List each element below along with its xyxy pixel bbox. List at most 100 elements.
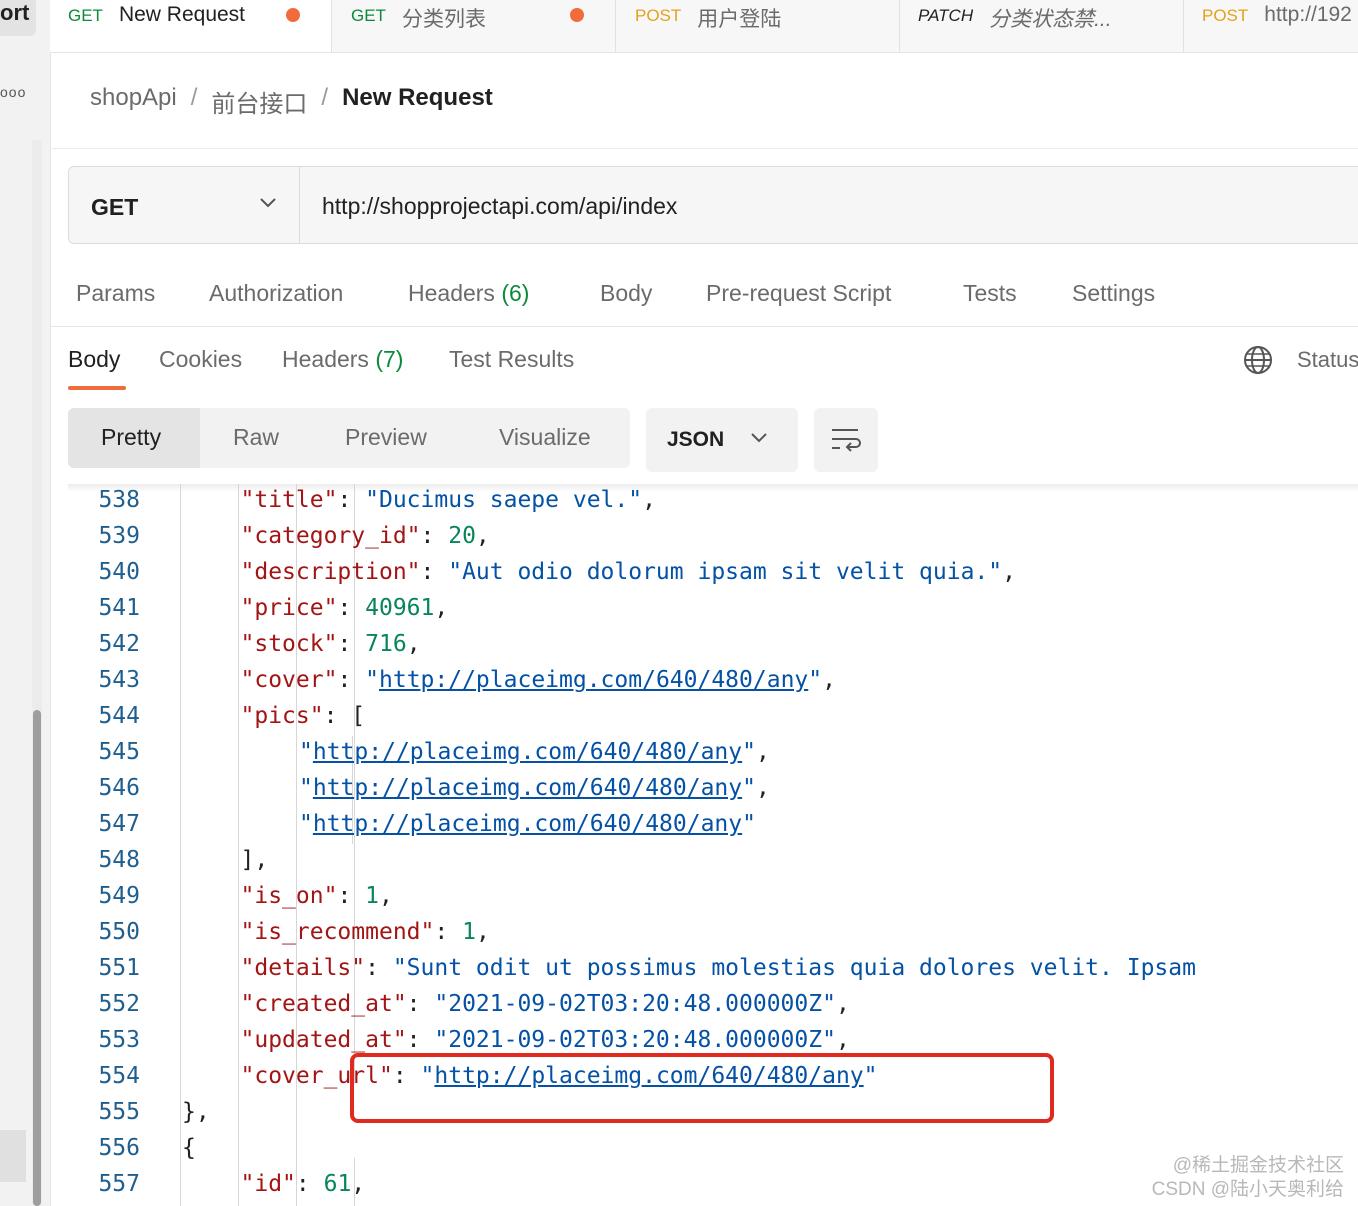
breadcrumb-separator: / [190, 84, 198, 111]
code-line: "cover": "http://placeimg.com/640/480/an… [241, 667, 836, 693]
json-punctuation: , [835, 991, 850, 1017]
indent-guide [296, 484, 297, 1206]
tab-pre-request-script[interactable]: Pre-request Script [706, 280, 891, 307]
response-tab-body[interactable]: Body [68, 346, 120, 373]
response-status-label: Status [1297, 347, 1358, 372]
line-number: 544 [98, 703, 140, 729]
code-line: "pics": [ [241, 703, 366, 729]
json-string: "2021-09-02T03:20:48.000000Z" [434, 1027, 836, 1053]
code-line: "updated_at": "2021-09-02T03:20:48.00000… [241, 1027, 850, 1053]
json-key: "title" [240, 487, 338, 513]
breadcrumb-folder[interactable]: 前台接口 [211, 84, 307, 119]
json-punctuation: : [337, 667, 366, 693]
sidebar-selected-item[interactable] [0, 1130, 26, 1182]
highlight-box [350, 1053, 1054, 1123]
json-string: "Aut odio dolorum ipsam sit velit quia." [448, 559, 1003, 585]
json-string: "Ducimus saepe vel." [365, 487, 643, 513]
sidebar-scrollbar-thumb[interactable] [33, 710, 41, 1206]
view-mode-visualize[interactable]: Visualize [499, 424, 591, 451]
json-key: "cover" [240, 667, 338, 693]
response-tab-cookies[interactable]: Cookies [159, 346, 242, 373]
tab-user-login[interactable]: POST 用户登陆 [616, 0, 900, 52]
watermark-line-1: @稀土掘金技术社区 [1172, 1155, 1344, 1176]
tab-category-list[interactable]: GET 分类列表 [332, 0, 616, 52]
wrap-lines-icon [832, 429, 861, 452]
request-tab-bar: GET New Request GET 分类列表 POST 用户登陆 PATCH… [50, 0, 1358, 53]
tab-method: POST [1202, 6, 1249, 25]
view-mode-raw[interactable]: Raw [233, 424, 279, 451]
tab-http-url[interactable]: POST http://192 [1184, 0, 1358, 52]
view-mode-preview[interactable]: Preview [345, 424, 427, 451]
wrap-lines-button[interactable] [814, 408, 878, 472]
line-number: 553 [98, 1027, 140, 1053]
tab-category-status[interactable]: PATCH 分类状态禁... [900, 0, 1184, 52]
json-url-link[interactable]: http://placeimg.com/640/480/any [313, 739, 742, 765]
json-string: "Sunt odit ut possimus molestias quia do… [392, 955, 1196, 981]
line-number: 545 [98, 739, 140, 765]
globe-icon[interactable] [1243, 345, 1273, 375]
tab-method: GET [351, 6, 386, 25]
json-number: 40961 [365, 595, 435, 621]
watermark-line-2: CSDN @陆小天奥利给 [1151, 1179, 1344, 1200]
request-name[interactable]: New Request [342, 84, 493, 119]
json-punctuation: , [379, 883, 393, 909]
headers-count: (6) [501, 280, 530, 306]
json-punctuation: , [475, 523, 490, 549]
json-punctuation: ], [240, 847, 269, 873]
unsaved-dot-icon [570, 8, 584, 22]
code-line: "created_at": "2021-09-02T03:20:48.00000… [241, 991, 850, 1017]
json-key: "description" [240, 559, 421, 585]
tab-method: GET [68, 6, 103, 25]
json-punctuation: : [434, 919, 463, 945]
response-headers-count: (7) [375, 346, 404, 372]
format-select[interactable]: JSON [646, 408, 798, 472]
code-line: { [182, 1135, 196, 1161]
tab-params[interactable]: Params [76, 280, 155, 307]
code-line: "is_recommend": 1, [241, 919, 490, 945]
tab-authorization[interactable]: Authorization [209, 280, 343, 307]
json-url-link[interactable]: http://placeimg.com/640/480/any [313, 811, 742, 837]
more-options-icon[interactable]: ooo [0, 84, 26, 100]
tab-new-request[interactable]: GET New Request [50, 0, 332, 52]
view-mode-pretty[interactable]: Pretty [101, 424, 161, 451]
response-tab-test-results[interactable]: Test Results [449, 346, 574, 373]
json-number: 61 [323, 1171, 352, 1197]
json-punctuation: : [420, 523, 449, 549]
tab-label: New Request [118, 3, 246, 26]
tab-tests[interactable]: Tests [963, 280, 1017, 307]
line-number: 554 [98, 1063, 140, 1089]
json-url-link[interactable]: http://placeimg.com/640/480/any [313, 775, 742, 801]
json-punctuation: { [182, 1135, 196, 1161]
breadcrumb: shopApi / 前台接口 / New Request [90, 84, 493, 119]
json-string: "2021-09-02T03:20:48.000000Z" [434, 991, 836, 1017]
code-line: "http://placeimg.com/640/480/any", [299, 775, 770, 801]
url-input[interactable]: http://shopprojectapi.com/api/index [322, 193, 677, 220]
json-punctuation: : [337, 595, 366, 621]
json-punctuation: : [337, 631, 366, 657]
code-line: "details": "Sunt odit ut possimus molest… [241, 955, 1196, 981]
code-line: "category_id": 20, [241, 523, 490, 549]
code-line: "description": "Aut odio dolorum ipsam s… [241, 559, 1016, 585]
breadcrumb-collection[interactable]: shopApi [90, 84, 177, 119]
method-select[interactable]: GET [69, 167, 300, 243]
tab-body[interactable]: Body [600, 280, 652, 307]
line-number: 542 [98, 631, 140, 657]
json-string: " [742, 811, 756, 837]
json-key: "is_recommend" [240, 919, 435, 945]
json-key: "category_id" [240, 523, 421, 549]
code-line: "http://placeimg.com/640/480/any" [299, 811, 756, 837]
json-number: 20 [448, 523, 476, 549]
tab-headers[interactable]: Headers (6) [408, 280, 529, 307]
indent-guide [238, 484, 239, 1206]
code-line: "stock": 716, [241, 631, 421, 657]
json-key: "is_on" [240, 883, 338, 909]
line-number: 556 [98, 1135, 140, 1161]
json-punctuation: , [351, 1171, 366, 1197]
response-tab-headers[interactable]: Headers (7) [282, 346, 403, 373]
json-url-link[interactable]: http://placeimg.com/640/480/any [379, 667, 808, 693]
tab-settings[interactable]: Settings [1072, 280, 1155, 307]
tab-headers-label: Headers [408, 280, 495, 306]
url-bar: GET http://shopprojectapi.com/api/index [68, 166, 1358, 244]
json-punctuation: : [406, 991, 435, 1017]
json-punctuation: , [406, 631, 421, 657]
